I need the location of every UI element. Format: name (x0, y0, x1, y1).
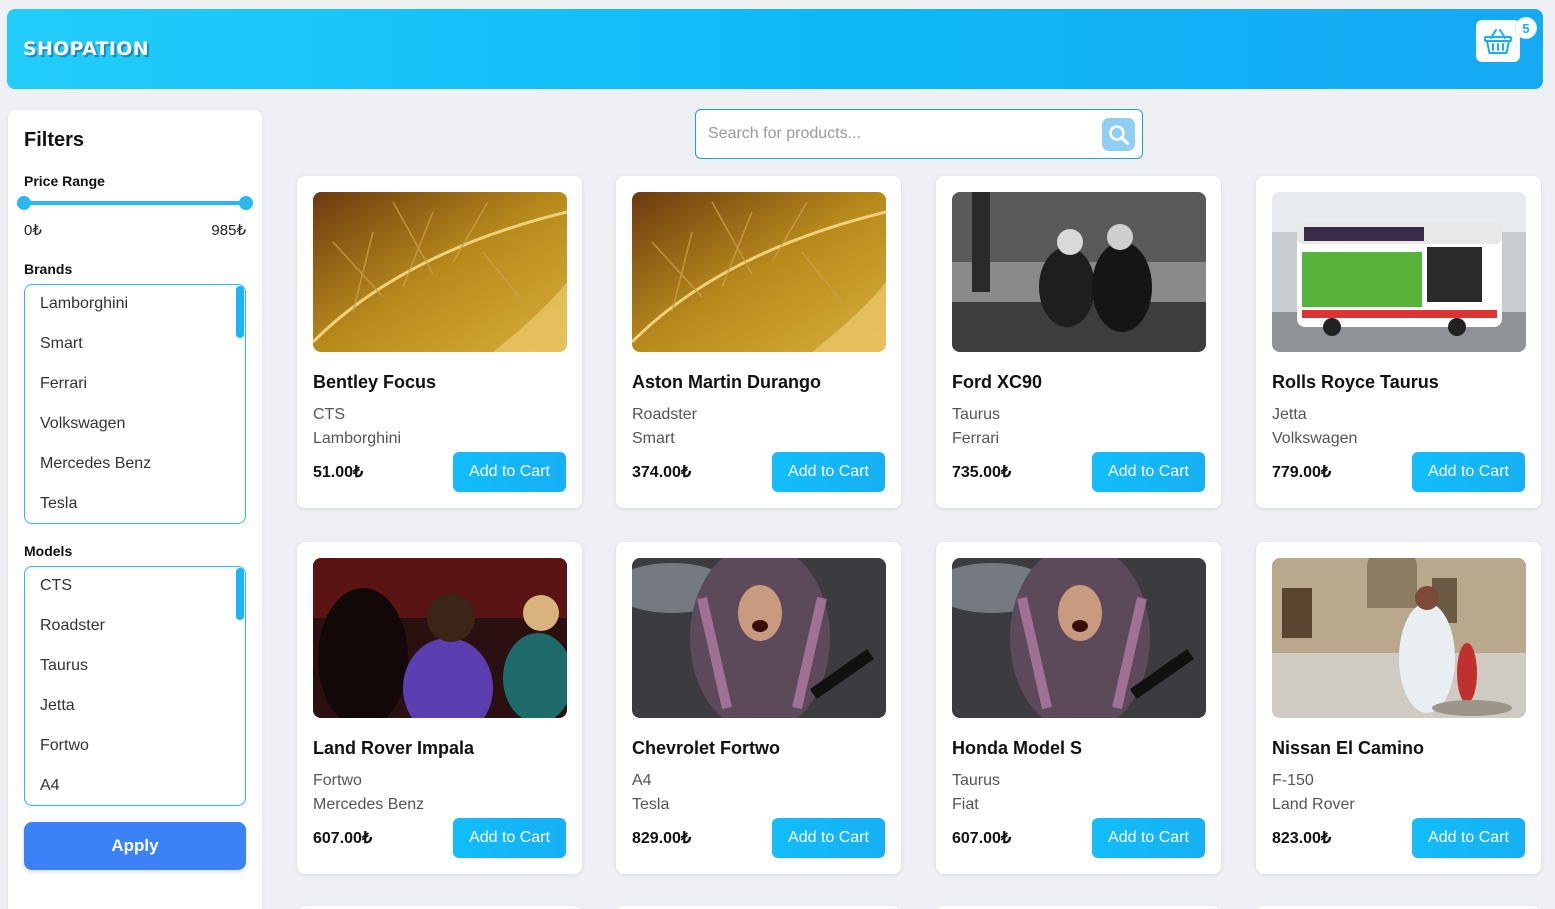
price-range-max-handle[interactable] (239, 196, 253, 210)
product-brand: Lamborghini (313, 430, 402, 447)
product-name: Aston Martin Durango (632, 372, 821, 392)
add-to-cart-button[interactable]: Add to Cart (1412, 818, 1525, 858)
logo[interactable]: SHOPATION (23, 38, 149, 60)
model-option[interactable]: Jetta (25, 687, 245, 727)
product-model: Taurus (952, 406, 1001, 423)
product-name: Land Rover Impala (313, 738, 475, 758)
product-price: 735.00₺ (952, 464, 1012, 481)
brand-option[interactable]: Smart (25, 325, 245, 365)
product-card: Aston Martin Durango Roadster Smart 374.… (616, 176, 901, 508)
product-model: Jetta (1272, 406, 1307, 423)
product-brand: Volkswagen (1272, 430, 1358, 447)
product-brand: Fiat (952, 796, 979, 813)
product-image[interactable] (1272, 192, 1526, 352)
product-image[interactable] (952, 192, 1206, 352)
add-to-cart-button[interactable]: Add to Cart (1092, 818, 1205, 858)
product-card: Nissan El Camino F-150 Land Rover 823.00… (1256, 542, 1541, 874)
product-name: Chevrolet Fortwo (632, 738, 781, 758)
product-card: Land Rover Impala Fortwo Mercedes Benz 6… (297, 542, 582, 874)
product-name: Honda Model S (952, 738, 1082, 758)
brand-option[interactable]: Volkswagen (25, 405, 245, 445)
search-button[interactable] (1102, 118, 1135, 151)
brands-scrollbar[interactable] (236, 286, 244, 338)
model-option[interactable]: CTS (25, 567, 245, 607)
price-range-track[interactable] (24, 201, 246, 205)
product-price: 779.00₺ (1272, 464, 1332, 481)
brand-option[interactable]: Ferrari (25, 365, 245, 405)
filters-sidebar: Filters Price Range 0₺ 985₺ Brands Lambo… (8, 110, 262, 909)
product-image[interactable] (632, 558, 886, 718)
product-image[interactable] (952, 558, 1206, 718)
product-name: Rolls Royce Taurus (1272, 372, 1439, 392)
search-input[interactable] (708, 123, 1088, 145)
search-icon (1108, 124, 1129, 145)
models-label: Models (24, 543, 73, 559)
model-option[interactable]: A4 (25, 767, 245, 805)
add-to-cart-button[interactable]: Add to Cart (1412, 452, 1525, 492)
filters-title: Filters (24, 129, 85, 151)
product-price: 51.00₺ (313, 464, 364, 481)
product-model: F-150 (1272, 772, 1314, 789)
product-card: Ford XC90 Taurus Ferrari 735.00₺ Add to … (936, 176, 1221, 508)
product-name: Nissan El Camino (1272, 738, 1425, 758)
brand-option[interactable]: Mercedes Benz (25, 445, 245, 485)
product-model: A4 (632, 772, 652, 789)
product-image[interactable] (313, 558, 567, 718)
product-price: 829.00₺ (632, 830, 692, 847)
add-to-cart-button[interactable]: Add to Cart (453, 452, 566, 492)
cart-button[interactable] (1476, 20, 1520, 62)
product-name: Ford XC90 (952, 372, 1043, 392)
cart-count-badge: 5 (1515, 17, 1537, 39)
product-brand: Ferrari (952, 430, 1000, 447)
product-image[interactable] (313, 192, 567, 352)
apply-button[interactable]: Apply (24, 822, 246, 870)
add-to-cart-button[interactable]: Add to Cart (1092, 452, 1205, 492)
app-header: SHOPATION (7, 9, 1543, 89)
product-price: 607.00₺ (952, 830, 1012, 847)
product-brand: Smart (632, 430, 675, 447)
add-to-cart-button[interactable]: Add to Cart (453, 818, 566, 858)
product-card: Chevrolet Fortwo A4 Tesla 829.00₺ Add to… (616, 542, 901, 874)
product-price: 374.00₺ (632, 464, 692, 481)
product-price: 823.00₺ (1272, 830, 1332, 847)
product-image[interactable] (1272, 558, 1526, 718)
product-model: CTS (313, 406, 345, 423)
brands-listbox[interactable]: Lamborghini Smart Ferrari Volkswagen Mer… (24, 284, 246, 524)
product-image[interactable] (632, 192, 886, 352)
product-brand: Land Rover (1272, 796, 1355, 813)
brand-option[interactable]: Lamborghini (25, 285, 245, 325)
price-range-max-value: 985₺ (211, 222, 246, 239)
brand-option[interactable]: Tesla (25, 485, 245, 523)
add-to-cart-button[interactable]: Add to Cart (772, 818, 885, 858)
product-model: Taurus (952, 772, 1001, 789)
price-range-min-handle[interactable] (17, 196, 31, 210)
price-range-label: Price Range (24, 173, 105, 189)
product-card: Rolls Royce Taurus Jetta Volkswagen 779.… (1256, 176, 1541, 508)
product-model: Roadster (632, 406, 697, 423)
models-scrollbar[interactable] (236, 568, 244, 620)
price-range-min-value: 0₺ (24, 222, 42, 239)
product-card: Honda Model S Taurus Fiat 607.00₺ Add to… (936, 542, 1221, 874)
product-model: Fortwo (313, 772, 362, 789)
models-listbox[interactable]: CTS Roadster Taurus Jetta Fortwo A4 (24, 566, 246, 806)
product-price: 607.00₺ (313, 830, 373, 847)
product-brand: Tesla (632, 796, 670, 813)
product-card: Bentley Focus CTS Lamborghini 51.00₺ Add… (297, 176, 582, 508)
add-to-cart-button[interactable]: Add to Cart (772, 452, 885, 492)
model-option[interactable]: Fortwo (25, 727, 245, 767)
product-brand: Mercedes Benz (313, 796, 425, 813)
model-option[interactable]: Taurus (25, 647, 245, 687)
product-name: Bentley Focus (313, 372, 437, 392)
model-option[interactable]: Roadster (25, 607, 245, 647)
shopping-basket-icon (1484, 29, 1512, 54)
brands-label: Brands (24, 261, 73, 277)
search-bar (695, 109, 1143, 159)
